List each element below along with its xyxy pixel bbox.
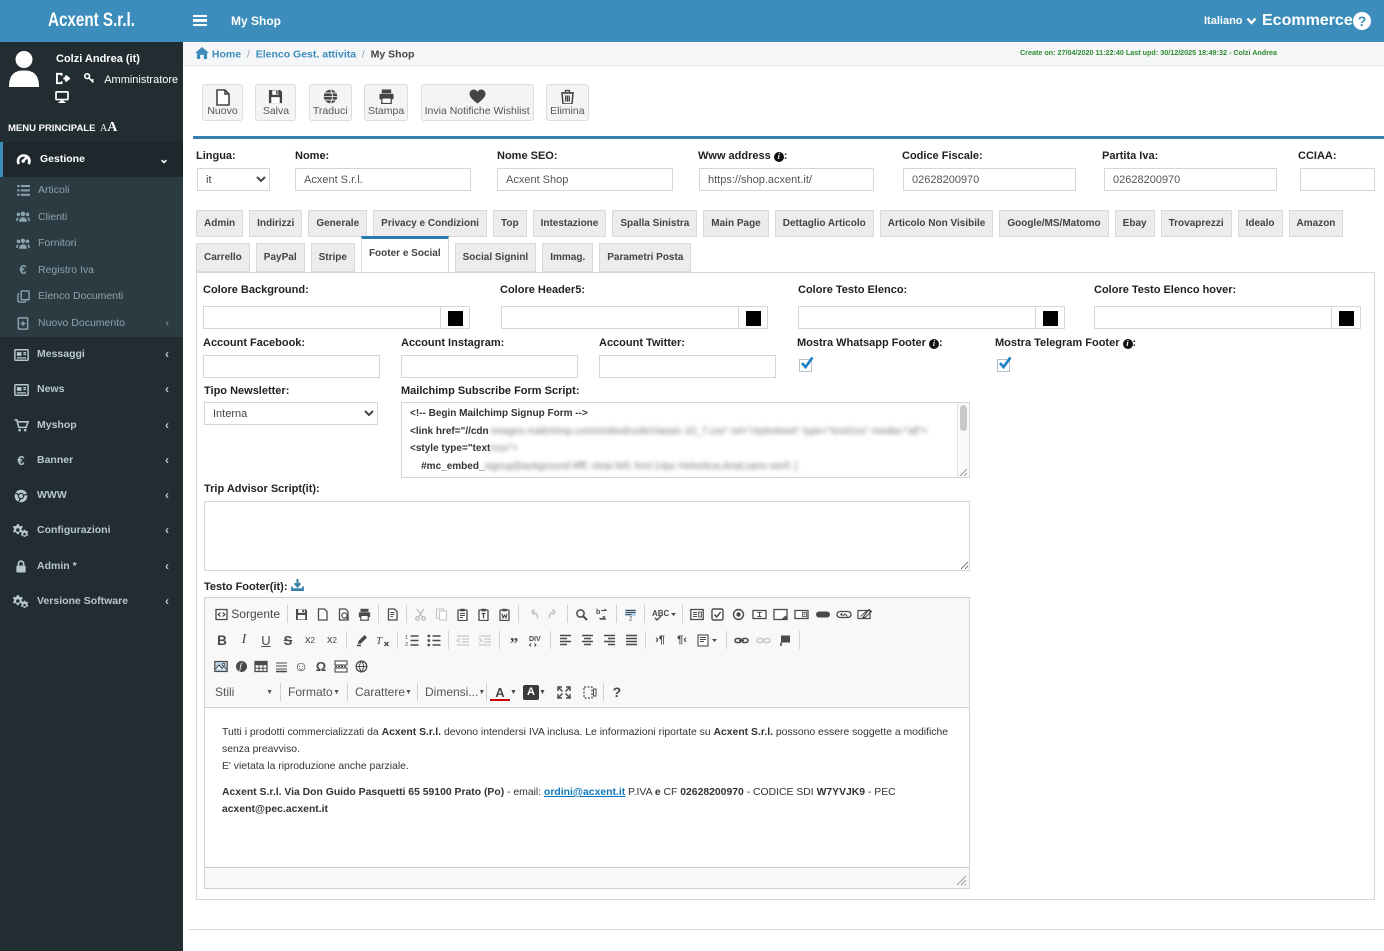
svg-text:2: 2: [405, 642, 408, 647]
svg-text:1: 1: [405, 635, 408, 641]
svg-text:DIV: DIV: [529, 636, 541, 643]
svg-text:2: 2: [629, 616, 633, 621]
svg-text:T: T: [376, 635, 383, 647]
svg-text:b: b: [596, 609, 600, 616]
